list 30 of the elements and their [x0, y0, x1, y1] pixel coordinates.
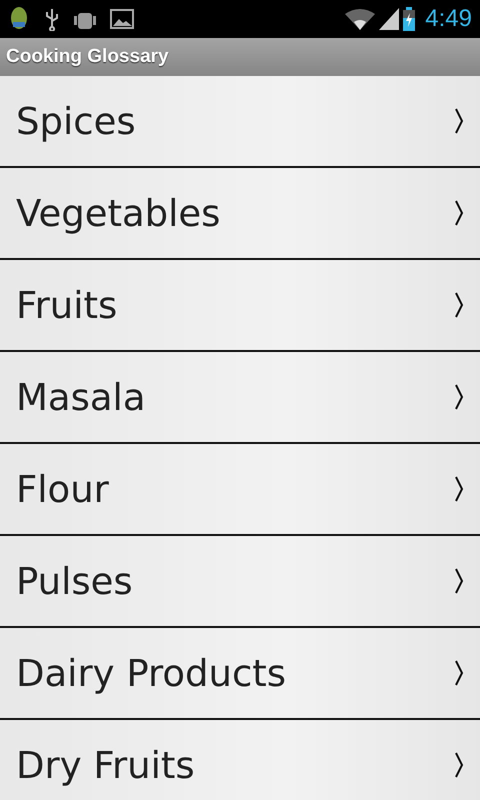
list-item[interactable]: Flour: [0, 444, 480, 536]
chevron-icon: [454, 752, 464, 778]
item-label: Pulses: [16, 560, 134, 602]
wifi-icon: [345, 8, 376, 30]
chevron-icon: [454, 384, 464, 410]
app-title: Cooking Glossary: [6, 46, 169, 68]
list-item[interactable]: Fruits: [0, 260, 480, 352]
item-label: Masala: [16, 376, 146, 418]
chevron-icon: [454, 660, 464, 686]
chevron-icon: [454, 476, 464, 502]
list-item[interactable]: Dairy Products: [0, 628, 480, 720]
chevron-icon: [454, 292, 464, 318]
list-item[interactable]: Masala: [0, 352, 480, 444]
item-label: Fruits: [16, 284, 118, 326]
chevron-icon: [454, 568, 464, 594]
item-label: Flour: [16, 468, 110, 510]
signal-icon: [379, 8, 400, 30]
list-item[interactable]: Vegetables: [0, 168, 480, 260]
item-label: Vegetables: [16, 192, 222, 234]
chevron-icon: [454, 200, 464, 226]
item-label: Dairy Products: [16, 652, 288, 694]
status-time: 4:49: [425, 5, 472, 33]
item-label: Dry Fruits: [16, 744, 196, 786]
battery-icon: [403, 7, 416, 31]
usb-icon: [44, 7, 60, 31]
image-icon: [110, 9, 134, 29]
item-label: Spices: [16, 100, 137, 142]
chevron-icon: [454, 108, 464, 134]
list-item[interactable]: Spices: [0, 76, 480, 168]
list-item[interactable]: Pulses: [0, 536, 480, 628]
